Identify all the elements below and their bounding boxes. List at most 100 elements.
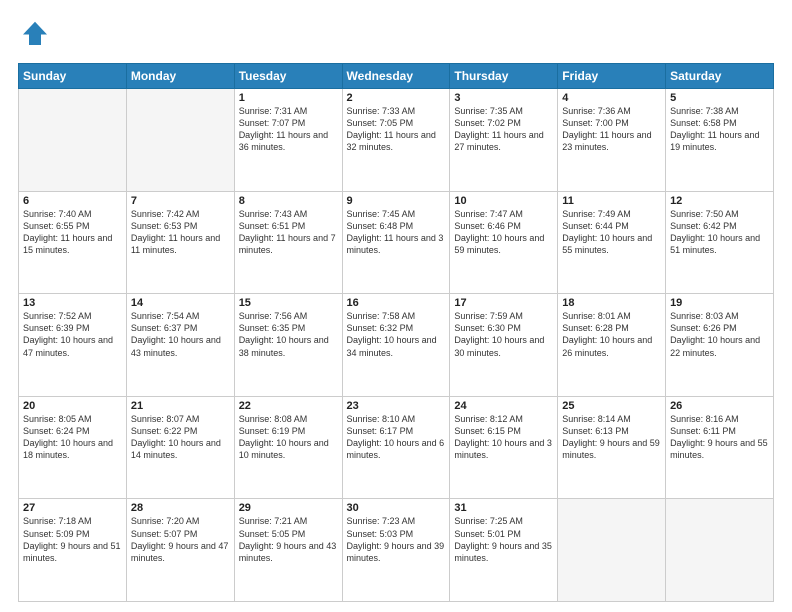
day-number: 5: [670, 92, 769, 104]
calendar-day-cell: 31Sunrise: 7:25 AM Sunset: 5:01 PM Dayli…: [450, 499, 558, 602]
calendar-day-cell: 1Sunrise: 7:31 AM Sunset: 7:07 PM Daylig…: [234, 89, 342, 192]
day-info: Sunrise: 7:50 AM Sunset: 6:42 PM Dayligh…: [670, 208, 769, 257]
day-info: Sunrise: 7:35 AM Sunset: 7:02 PM Dayligh…: [454, 105, 553, 154]
day-number: 26: [670, 400, 769, 412]
weekday-header: Monday: [126, 64, 234, 89]
calendar-empty-cell: [19, 89, 127, 192]
calendar-day-cell: 24Sunrise: 8:12 AM Sunset: 6:15 PM Dayli…: [450, 396, 558, 499]
day-info: Sunrise: 7:52 AM Sunset: 6:39 PM Dayligh…: [23, 310, 122, 359]
calendar-day-cell: 20Sunrise: 8:05 AM Sunset: 6:24 PM Dayli…: [19, 396, 127, 499]
day-info: Sunrise: 7:45 AM Sunset: 6:48 PM Dayligh…: [347, 208, 446, 257]
day-info: Sunrise: 8:01 AM Sunset: 6:28 PM Dayligh…: [562, 310, 661, 359]
calendar-day-cell: 29Sunrise: 7:21 AM Sunset: 5:05 PM Dayli…: [234, 499, 342, 602]
day-number: 17: [454, 297, 553, 309]
day-number: 14: [131, 297, 230, 309]
calendar-day-cell: 16Sunrise: 7:58 AM Sunset: 6:32 PM Dayli…: [342, 294, 450, 397]
day-number: 13: [23, 297, 122, 309]
weekday-header: Saturday: [666, 64, 774, 89]
calendar-day-cell: 10Sunrise: 7:47 AM Sunset: 6:46 PM Dayli…: [450, 191, 558, 294]
calendar-day-cell: 26Sunrise: 8:16 AM Sunset: 6:11 PM Dayli…: [666, 396, 774, 499]
day-number: 22: [239, 400, 338, 412]
calendar-day-cell: 23Sunrise: 8:10 AM Sunset: 6:17 PM Dayli…: [342, 396, 450, 499]
header: [18, 18, 774, 53]
day-number: 8: [239, 195, 338, 207]
calendar-week-row: 20Sunrise: 8:05 AM Sunset: 6:24 PM Dayli…: [19, 396, 774, 499]
day-number: 16: [347, 297, 446, 309]
calendar-day-cell: 19Sunrise: 8:03 AM Sunset: 6:26 PM Dayli…: [666, 294, 774, 397]
day-info: Sunrise: 8:08 AM Sunset: 6:19 PM Dayligh…: [239, 413, 338, 462]
day-number: 15: [239, 297, 338, 309]
day-info: Sunrise: 7:33 AM Sunset: 7:05 PM Dayligh…: [347, 105, 446, 154]
calendar-day-cell: 17Sunrise: 7:59 AM Sunset: 6:30 PM Dayli…: [450, 294, 558, 397]
day-info: Sunrise: 7:42 AM Sunset: 6:53 PM Dayligh…: [131, 208, 230, 257]
day-number: 31: [454, 502, 553, 514]
day-number: 11: [562, 195, 661, 207]
day-info: Sunrise: 8:03 AM Sunset: 6:26 PM Dayligh…: [670, 310, 769, 359]
day-number: 20: [23, 400, 122, 412]
calendar-day-cell: 11Sunrise: 7:49 AM Sunset: 6:44 PM Dayli…: [558, 191, 666, 294]
calendar-week-row: 1Sunrise: 7:31 AM Sunset: 7:07 PM Daylig…: [19, 89, 774, 192]
day-number: 18: [562, 297, 661, 309]
day-info: Sunrise: 7:40 AM Sunset: 6:55 PM Dayligh…: [23, 208, 122, 257]
day-number: 4: [562, 92, 661, 104]
day-info: Sunrise: 7:31 AM Sunset: 7:07 PM Dayligh…: [239, 105, 338, 154]
calendar-day-cell: 6Sunrise: 7:40 AM Sunset: 6:55 PM Daylig…: [19, 191, 127, 294]
calendar-day-cell: 9Sunrise: 7:45 AM Sunset: 6:48 PM Daylig…: [342, 191, 450, 294]
day-info: Sunrise: 8:05 AM Sunset: 6:24 PM Dayligh…: [23, 413, 122, 462]
day-number: 27: [23, 502, 122, 514]
calendar-header-row: SundayMondayTuesdayWednesdayThursdayFrid…: [19, 64, 774, 89]
calendar-day-cell: 27Sunrise: 7:18 AM Sunset: 5:09 PM Dayli…: [19, 499, 127, 602]
day-info: Sunrise: 7:21 AM Sunset: 5:05 PM Dayligh…: [239, 515, 338, 564]
day-number: 21: [131, 400, 230, 412]
day-number: 9: [347, 195, 446, 207]
calendar-day-cell: 7Sunrise: 7:42 AM Sunset: 6:53 PM Daylig…: [126, 191, 234, 294]
day-info: Sunrise: 7:43 AM Sunset: 6:51 PM Dayligh…: [239, 208, 338, 257]
day-info: Sunrise: 7:59 AM Sunset: 6:30 PM Dayligh…: [454, 310, 553, 359]
day-info: Sunrise: 8:14 AM Sunset: 6:13 PM Dayligh…: [562, 413, 661, 462]
day-info: Sunrise: 7:56 AM Sunset: 6:35 PM Dayligh…: [239, 310, 338, 359]
calendar-empty-cell: [666, 499, 774, 602]
calendar-day-cell: 3Sunrise: 7:35 AM Sunset: 7:02 PM Daylig…: [450, 89, 558, 192]
calendar-day-cell: 14Sunrise: 7:54 AM Sunset: 6:37 PM Dayli…: [126, 294, 234, 397]
day-info: Sunrise: 8:16 AM Sunset: 6:11 PM Dayligh…: [670, 413, 769, 462]
weekday-header: Wednesday: [342, 64, 450, 89]
day-info: Sunrise: 8:07 AM Sunset: 6:22 PM Dayligh…: [131, 413, 230, 462]
calendar-day-cell: 8Sunrise: 7:43 AM Sunset: 6:51 PM Daylig…: [234, 191, 342, 294]
calendar-day-cell: 12Sunrise: 7:50 AM Sunset: 6:42 PM Dayli…: [666, 191, 774, 294]
calendar-day-cell: 2Sunrise: 7:33 AM Sunset: 7:05 PM Daylig…: [342, 89, 450, 192]
calendar-week-row: 6Sunrise: 7:40 AM Sunset: 6:55 PM Daylig…: [19, 191, 774, 294]
day-number: 29: [239, 502, 338, 514]
logo: [18, 18, 54, 53]
day-info: Sunrise: 7:38 AM Sunset: 6:58 PM Dayligh…: [670, 105, 769, 154]
day-number: 6: [23, 195, 122, 207]
calendar-day-cell: 25Sunrise: 8:14 AM Sunset: 6:13 PM Dayli…: [558, 396, 666, 499]
day-info: Sunrise: 7:58 AM Sunset: 6:32 PM Dayligh…: [347, 310, 446, 359]
day-number: 30: [347, 502, 446, 514]
weekday-header: Tuesday: [234, 64, 342, 89]
day-number: 19: [670, 297, 769, 309]
day-info: Sunrise: 7:20 AM Sunset: 5:07 PM Dayligh…: [131, 515, 230, 564]
calendar-day-cell: 30Sunrise: 7:23 AM Sunset: 5:03 PM Dayli…: [342, 499, 450, 602]
day-info: Sunrise: 8:12 AM Sunset: 6:15 PM Dayligh…: [454, 413, 553, 462]
calendar-table: SundayMondayTuesdayWednesdayThursdayFrid…: [18, 63, 774, 602]
calendar-empty-cell: [126, 89, 234, 192]
calendar-day-cell: 15Sunrise: 7:56 AM Sunset: 6:35 PM Dayli…: [234, 294, 342, 397]
calendar-day-cell: 22Sunrise: 8:08 AM Sunset: 6:19 PM Dayli…: [234, 396, 342, 499]
calendar-day-cell: 18Sunrise: 8:01 AM Sunset: 6:28 PM Dayli…: [558, 294, 666, 397]
weekday-header: Friday: [558, 64, 666, 89]
logo-icon: [20, 18, 50, 48]
day-number: 12: [670, 195, 769, 207]
calendar-week-row: 13Sunrise: 7:52 AM Sunset: 6:39 PM Dayli…: [19, 294, 774, 397]
day-info: Sunrise: 7:23 AM Sunset: 5:03 PM Dayligh…: [347, 515, 446, 564]
day-info: Sunrise: 8:10 AM Sunset: 6:17 PM Dayligh…: [347, 413, 446, 462]
day-number: 1: [239, 92, 338, 104]
calendar-day-cell: 13Sunrise: 7:52 AM Sunset: 6:39 PM Dayli…: [19, 294, 127, 397]
calendar-day-cell: 21Sunrise: 8:07 AM Sunset: 6:22 PM Dayli…: [126, 396, 234, 499]
day-info: Sunrise: 7:54 AM Sunset: 6:37 PM Dayligh…: [131, 310, 230, 359]
weekday-header: Thursday: [450, 64, 558, 89]
day-number: 2: [347, 92, 446, 104]
day-number: 24: [454, 400, 553, 412]
day-info: Sunrise: 7:47 AM Sunset: 6:46 PM Dayligh…: [454, 208, 553, 257]
day-number: 3: [454, 92, 553, 104]
calendar-week-row: 27Sunrise: 7:18 AM Sunset: 5:09 PM Dayli…: [19, 499, 774, 602]
